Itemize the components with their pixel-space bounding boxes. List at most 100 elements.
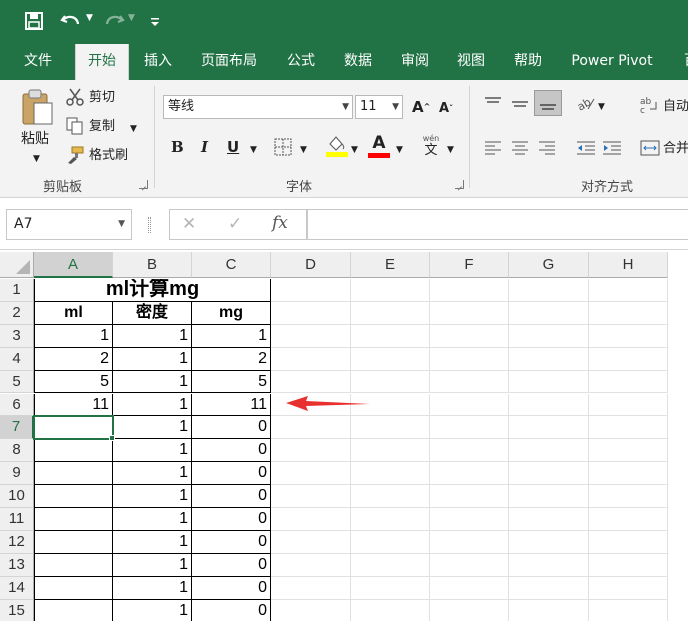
row-header-6[interactable]: 6 bbox=[0, 393, 34, 417]
cell-b5[interactable]: 1 bbox=[113, 370, 192, 394]
phonetic-icon[interactable]: wén 文 bbox=[420, 134, 442, 158]
orientation-dropdown-icon[interactable]: ▼ bbox=[598, 98, 605, 116]
cell-h13[interactable] bbox=[589, 553, 668, 577]
cell-h8[interactable] bbox=[589, 439, 668, 463]
cell-e11[interactable] bbox=[351, 508, 430, 531]
align-bottom-icon[interactable] bbox=[534, 90, 562, 116]
cell-d15[interactable] bbox=[271, 599, 351, 621]
row-header-13[interactable]: 13 bbox=[0, 553, 34, 577]
cell-f15[interactable] bbox=[430, 599, 509, 621]
cell-h3[interactable] bbox=[589, 324, 668, 348]
cell-g6[interactable] bbox=[509, 393, 589, 417]
cell-e12[interactable] bbox=[351, 530, 430, 554]
cell-a10[interactable] bbox=[34, 485, 113, 508]
cell-d9[interactable] bbox=[271, 462, 351, 486]
underline-button[interactable]: U bbox=[227, 138, 239, 156]
cell-c14[interactable]: 0 bbox=[192, 576, 271, 600]
cell-a3[interactable]: 1 bbox=[34, 324, 113, 348]
cell-g4[interactable] bbox=[509, 347, 589, 371]
cell-c13[interactable]: 0 bbox=[192, 553, 271, 577]
bold-button[interactable]: B bbox=[171, 138, 184, 156]
cell-a15[interactable] bbox=[34, 599, 113, 621]
cell-b13[interactable]: 1 bbox=[113, 553, 192, 577]
cell-h6[interactable] bbox=[589, 393, 668, 417]
clipboard-launcher-icon[interactable] bbox=[139, 180, 148, 189]
cell-g9[interactable] bbox=[509, 462, 589, 486]
row-header-5[interactable]: 5 bbox=[0, 370, 34, 394]
font-color-dropdown-icon[interactable]: ▼ bbox=[396, 141, 403, 159]
column-header-g[interactable]: G bbox=[509, 252, 589, 278]
cell-b11[interactable]: 1 bbox=[113, 508, 192, 531]
cell-b14[interactable]: 1 bbox=[113, 576, 192, 600]
redo-icon[interactable] bbox=[103, 8, 125, 34]
row-header-12[interactable]: 12 bbox=[0, 530, 34, 554]
cell-a4[interactable]: 2 bbox=[34, 347, 113, 371]
cell-a7[interactable] bbox=[34, 416, 113, 440]
cell-d11[interactable] bbox=[271, 508, 351, 531]
cell-d12[interactable] bbox=[271, 530, 351, 554]
format-painter-button[interactable]: 格式刷 bbox=[89, 147, 128, 165]
cut-button[interactable]: 剪切 bbox=[89, 89, 115, 107]
cell-g7[interactable] bbox=[509, 416, 589, 440]
cell-b10[interactable]: 1 bbox=[113, 485, 192, 508]
cell-c9[interactable]: 0 bbox=[192, 462, 271, 486]
undo-icon[interactable] bbox=[60, 8, 82, 34]
column-header-e[interactable]: E bbox=[351, 252, 430, 278]
cell-e4[interactable] bbox=[351, 347, 430, 371]
column-header-a[interactable]: A bbox=[34, 252, 113, 278]
fill-color-icon[interactable] bbox=[326, 134, 348, 162]
cell-g11[interactable] bbox=[509, 508, 589, 531]
column-header-b[interactable]: B bbox=[113, 252, 192, 278]
phonetic-dropdown-icon[interactable]: ▼ bbox=[447, 141, 454, 159]
cell-g1[interactable] bbox=[509, 279, 589, 302]
cell-h7[interactable] bbox=[589, 416, 668, 440]
row-header-14[interactable]: 14 bbox=[0, 576, 34, 600]
tab-power-pivot[interactable]: Power Pivot bbox=[562, 42, 662, 80]
cell-f13[interactable] bbox=[430, 553, 509, 577]
cell-f14[interactable] bbox=[430, 576, 509, 600]
cell-a12[interactable] bbox=[34, 530, 113, 554]
cell-f4[interactable] bbox=[430, 347, 509, 371]
formula-input[interactable] bbox=[307, 209, 688, 240]
cell-b2[interactable]: 密度 bbox=[113, 301, 192, 325]
cell-f7[interactable] bbox=[430, 416, 509, 440]
cell-a2[interactable]: ml bbox=[34, 301, 113, 325]
tab-file[interactable]: 文件 bbox=[10, 42, 66, 80]
paste-button[interactable]: 粘贴 bbox=[21, 130, 49, 148]
cell-h15[interactable] bbox=[589, 599, 668, 621]
insert-function-icon[interactable]: fx bbox=[272, 213, 288, 233]
cell-c2[interactable]: mg bbox=[192, 301, 271, 325]
cell-f5[interactable] bbox=[430, 370, 509, 394]
decrease-font-size-icon[interactable]: Aˇ bbox=[439, 100, 453, 118]
cell-g8[interactable] bbox=[509, 439, 589, 463]
formula-bar-splitter[interactable] bbox=[148, 217, 151, 233]
cell-e8[interactable] bbox=[351, 439, 430, 463]
cell-c11[interactable]: 0 bbox=[192, 508, 271, 531]
cell-h4[interactable] bbox=[589, 347, 668, 371]
cell-d8[interactable] bbox=[271, 439, 351, 463]
cell-a8[interactable] bbox=[34, 439, 113, 463]
cell-b8[interactable]: 1 bbox=[113, 439, 192, 463]
font-size-select[interactable]: 11 ▼ bbox=[355, 95, 403, 119]
increase-font-size-icon[interactable]: A^ bbox=[412, 98, 430, 116]
cell-b15[interactable]: 1 bbox=[113, 599, 192, 621]
cell-e10[interactable] bbox=[351, 485, 430, 508]
customize-qat-icon[interactable] bbox=[150, 8, 160, 34]
cell-b3[interactable]: 1 bbox=[113, 324, 192, 348]
cell-b9[interactable]: 1 bbox=[113, 462, 192, 486]
cell-e7[interactable] bbox=[351, 416, 430, 440]
borders-icon[interactable] bbox=[274, 138, 292, 160]
row-header-11[interactable]: 11 bbox=[0, 508, 34, 531]
row-header-2[interactable]: 2 bbox=[0, 301, 34, 325]
row-header-8[interactable]: 8 bbox=[0, 439, 34, 463]
cell-h1[interactable] bbox=[589, 279, 668, 302]
tab-page-layout[interactable]: 页面布局 bbox=[190, 42, 268, 80]
cell-e3[interactable] bbox=[351, 324, 430, 348]
save-icon[interactable] bbox=[24, 8, 44, 34]
text-orientation-icon[interactable]: ab bbox=[575, 94, 596, 116]
cell-a5[interactable]: 5 bbox=[34, 370, 113, 394]
cell-c12[interactable]: 0 bbox=[192, 530, 271, 554]
tab-overflow[interactable]: 百 bbox=[676, 42, 688, 80]
copy-button[interactable]: 复制 bbox=[89, 118, 115, 136]
italic-button[interactable]: I bbox=[201, 138, 208, 156]
